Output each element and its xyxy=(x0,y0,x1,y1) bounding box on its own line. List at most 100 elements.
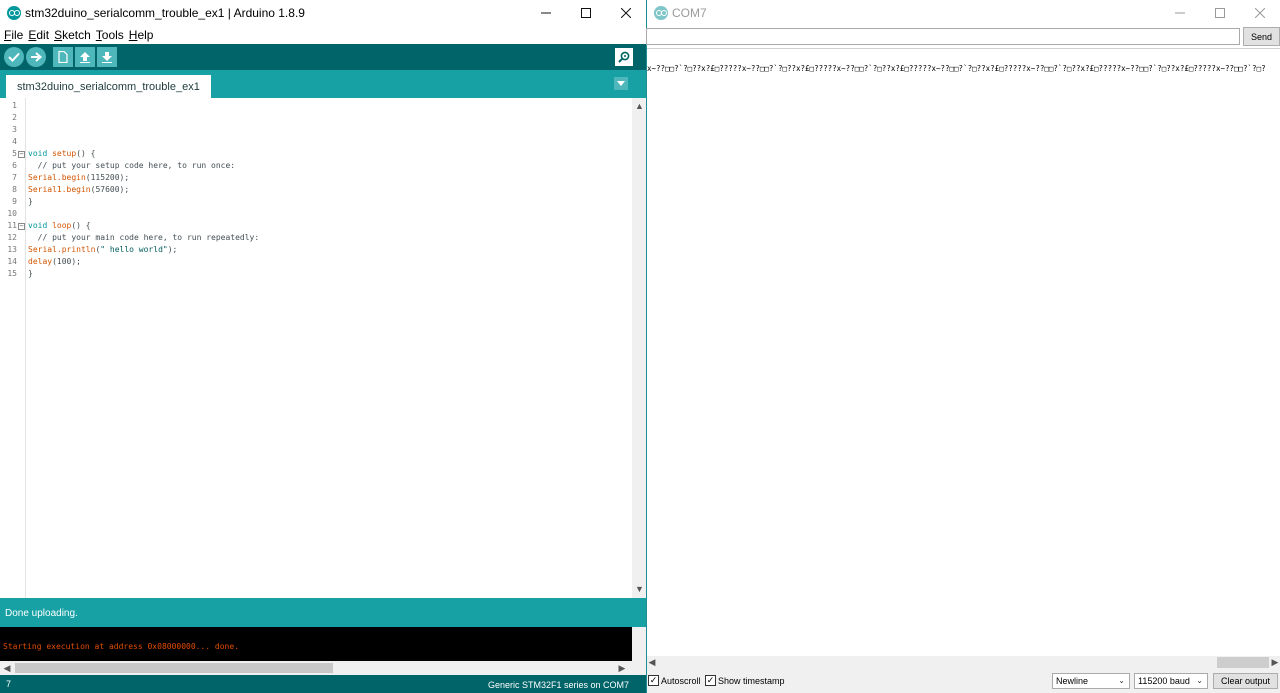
minimize-icon[interactable] xyxy=(1160,0,1200,26)
close-icon[interactable] xyxy=(606,0,646,26)
sketch-tab[interactable]: stm32duino_serialcomm_trouble_ex1 xyxy=(6,75,211,98)
console-vertical-scrollbar[interactable] xyxy=(632,627,646,661)
baud-rate-select[interactable]: 115200 baud ⌄ xyxy=(1134,673,1208,689)
code-line: Serial.begin(115200); xyxy=(28,173,130,182)
serial-monitor-button[interactable] xyxy=(615,48,633,66)
code-line: } xyxy=(28,197,33,206)
clear-output-button[interactable]: Clear output xyxy=(1213,673,1278,689)
autoscroll-label: Autoscroll xyxy=(661,676,701,686)
menu-tools[interactable]: Tools xyxy=(96,28,124,42)
open-icon xyxy=(80,52,90,63)
scroll-up-icon[interactable]: ▲ xyxy=(632,98,646,113)
chevron-down-icon xyxy=(617,81,625,86)
scroll-right-icon[interactable]: ▶ xyxy=(1270,656,1280,669)
arduino-logo-icon xyxy=(654,6,668,20)
line-number: 6 xyxy=(12,161,17,170)
code-line: // put your setup code here, to run once… xyxy=(28,161,236,170)
serial-bottom-bar: ✓ Autoscroll ✓ Show timestamp Newline ⌄ … xyxy=(647,669,1280,693)
sketch-tab-strip: stm32duino_serialcomm_trouble_ex1 xyxy=(0,70,646,98)
line-number: 10 xyxy=(7,209,17,218)
chevron-down-icon: ⌄ xyxy=(1118,676,1125,685)
line-number: 15 xyxy=(7,269,17,278)
serial-send-input[interactable] xyxy=(646,28,1240,45)
save-icon xyxy=(102,52,112,63)
current-line-number: 7 xyxy=(6,679,12,689)
line-number-gutter: 1 2 3 4 5 6 7 8 9 10 11 12 13 14 15 − − xyxy=(0,98,26,598)
scroll-left-icon[interactable]: ◀ xyxy=(647,656,657,669)
fold-toggle-icon[interactable]: − xyxy=(18,223,25,230)
menu-file[interactable]: File xyxy=(4,28,23,42)
ide-window-title: stm32duino_serialcomm_trouble_ex1 | Ardu… xyxy=(25,6,305,20)
show-timestamp-label: Show timestamp xyxy=(718,676,785,686)
new-icon xyxy=(58,51,68,63)
upload-icon xyxy=(31,52,42,62)
minimize-icon[interactable] xyxy=(526,0,566,26)
menu-help[interactable]: Help xyxy=(129,28,154,42)
scrollbar-thumb[interactable] xyxy=(15,663,333,673)
line-number: 13 xyxy=(7,245,17,254)
serial-horizontal-scrollbar[interactable]: ◀ ▶ xyxy=(647,656,1280,669)
baud-rate-value: 115200 baud xyxy=(1138,676,1190,686)
line-number: 12 xyxy=(7,233,17,242)
maximize-icon[interactable] xyxy=(1200,0,1240,26)
serial-monitor-window: COM7 Send x~??□□?`?□??x?£□?????x~??□□?`?… xyxy=(646,0,1280,693)
scroll-left-icon[interactable]: ◀ xyxy=(0,661,14,675)
code-line: } xyxy=(28,269,33,278)
line-number: 11 xyxy=(7,221,17,230)
serial-window-title: COM7 xyxy=(672,6,707,20)
line-ending-select[interactable]: Newline ⌄ xyxy=(1052,673,1130,689)
serial-output: x~??□□?`?□??x?£□?????x~??□□?`?□??x?£□???… xyxy=(647,48,1280,656)
line-number: 3 xyxy=(12,125,17,134)
code-line: delay(100); xyxy=(28,257,81,266)
menu-sketch[interactable]: Sketch xyxy=(54,28,91,42)
scroll-right-icon[interactable]: ▶ xyxy=(615,661,629,675)
code-line: Serial1.begin(57600); xyxy=(28,185,130,194)
line-number: 7 xyxy=(12,173,17,182)
code-editor[interactable]: 1 2 3 4 5 6 7 8 9 10 11 12 13 14 15 − − … xyxy=(0,98,646,598)
editor-vertical-scrollbar[interactable]: ▲ ▼ xyxy=(632,98,646,598)
code-line: void setup() { xyxy=(28,149,96,158)
autoscroll-checkbox[interactable]: ✓ xyxy=(648,675,659,686)
console-output: Starting execution at address 0x08000000… xyxy=(0,627,646,661)
code-line: // put your main code here, to run repea… xyxy=(28,233,260,242)
serial-window-controls xyxy=(1160,0,1280,26)
upload-button[interactable] xyxy=(26,47,46,67)
ide-footer: 7 Generic STM32F1 series on COM7 xyxy=(0,675,646,693)
open-sketch-button[interactable] xyxy=(75,47,95,67)
show-timestamp-checkbox[interactable]: ✓ xyxy=(705,675,716,686)
status-bar: Done uploading. xyxy=(0,598,646,627)
verify-icon xyxy=(8,52,20,62)
close-icon[interactable] xyxy=(1240,0,1280,26)
line-number: 14 xyxy=(7,257,17,266)
serial-monitor-icon xyxy=(618,51,630,63)
arduino-ide-window: stm32duino_serialcomm_trouble_ex1 | Ardu… xyxy=(0,0,647,693)
line-ending-value: Newline xyxy=(1056,676,1089,686)
send-button[interactable]: Send xyxy=(1243,27,1280,46)
chevron-down-icon: ⌄ xyxy=(1196,676,1203,685)
maximize-icon[interactable] xyxy=(566,0,606,26)
scroll-down-icon[interactable]: ▼ xyxy=(632,581,646,596)
menu-edit[interactable]: Edit xyxy=(28,28,49,42)
save-sketch-button[interactable] xyxy=(97,47,117,67)
console-horizontal-scrollbar[interactable]: ◀ ▶ xyxy=(0,661,646,675)
scrollbar-thumb[interactable] xyxy=(1217,657,1269,668)
code-line: void loop() { xyxy=(28,221,91,230)
status-message: Done uploading. xyxy=(5,608,78,619)
ide-titlebar: stm32duino_serialcomm_trouble_ex1 | Ardu… xyxy=(0,0,646,26)
code-line: Serial.println(" hello world"); xyxy=(28,245,178,254)
line-number: 4 xyxy=(12,137,17,146)
line-number: 8 xyxy=(12,185,17,194)
verify-button[interactable] xyxy=(4,47,24,67)
menu-bar: File Edit Sketch Tools Help xyxy=(0,26,646,44)
arduino-logo-icon xyxy=(7,6,21,20)
new-sketch-button[interactable] xyxy=(53,47,73,67)
board-port-info: Generic STM32F1 series on COM7 xyxy=(487,680,629,690)
line-number: 1 xyxy=(12,101,17,110)
line-number: 5 xyxy=(12,149,17,158)
fold-toggle-icon[interactable]: − xyxy=(18,151,25,158)
serial-output-text: x~??□□?`?□??x?£□?????x~??□□?`?□??x?£□???… xyxy=(647,64,1266,73)
tab-menu-button[interactable] xyxy=(614,77,628,90)
ide-window-controls xyxy=(526,0,646,26)
ide-toolbar xyxy=(0,44,646,70)
serial-titlebar: COM7 xyxy=(647,0,1280,26)
